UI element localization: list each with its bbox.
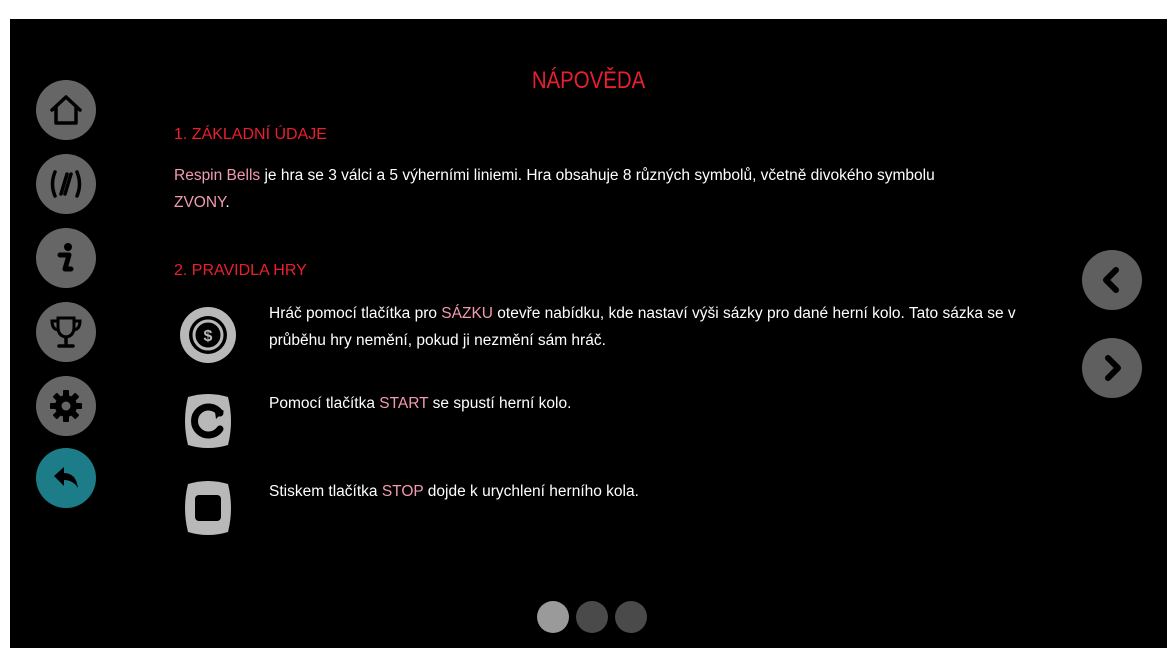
- info-icon: [57, 243, 74, 272]
- gear-icon: [50, 390, 82, 422]
- chevron-right-icon: [1105, 355, 1121, 381]
- wild-symbol-name: ZVONY: [174, 194, 226, 211]
- page-dot-2[interactable]: [576, 601, 608, 633]
- rule-bet-text: Hráč pomocí tlačítka pro SÁZKU otevře na…: [269, 305, 1016, 349]
- section-heading-basics: 1. ZÁKLADNÍ ÚDAJE: [174, 126, 327, 143]
- rule-start-keyword: START: [379, 395, 429, 412]
- trophy-button[interactable]: [36, 302, 96, 362]
- page-title: NÁPOVĚDA: [531, 67, 646, 94]
- rule-stop-keyword: STOP: [381, 483, 424, 500]
- page-dot-3[interactable]: [615, 601, 647, 633]
- rule-stop-text: Stiskem tlačítka STOP dojde k urychlení …: [269, 483, 639, 500]
- rule-start-text: Pomocí tlačítka START se spustí herní ko…: [269, 395, 572, 412]
- section-heading-rules: 2. PRAVIDLA HRY: [174, 262, 307, 279]
- start-button-illustration: [174, 387, 242, 455]
- settings-button[interactable]: [36, 376, 96, 436]
- coin-bet-icon: $: [180, 307, 236, 363]
- chevron-left-icon: [1103, 267, 1119, 293]
- home-button[interactable]: [36, 80, 96, 140]
- paytable-button[interactable]: [36, 154, 96, 214]
- section-basics-text: Respin Bells je hra se 3 válci a 5 výher…: [174, 167, 935, 211]
- trophy-icon: [50, 316, 82, 348]
- game-name: Respin Bells: [174, 167, 261, 184]
- page-dot-1[interactable]: [537, 601, 569, 633]
- back-arrow-icon: [54, 467, 78, 488]
- next-page-button[interactable]: [1082, 338, 1142, 398]
- info-button[interactable]: [36, 228, 96, 288]
- start-spin-icon: [185, 394, 231, 448]
- rule-bet-keyword: SÁZKU: [441, 305, 493, 322]
- bet-button-illustration: $: [174, 301, 242, 369]
- back-button[interactable]: [36, 448, 96, 508]
- home-icon: [50, 95, 82, 125]
- previous-page-button[interactable]: [1082, 250, 1142, 310]
- svg-text:$: $: [204, 328, 213, 345]
- paylines-icon: [50, 170, 82, 198]
- stop-icon: [185, 481, 231, 535]
- help-screen: NÁPOVĚDA 1. ZÁKLADNÍ ÚDAJE Respin Bells …: [10, 19, 1167, 648]
- stop-button-illustration: [174, 474, 242, 542]
